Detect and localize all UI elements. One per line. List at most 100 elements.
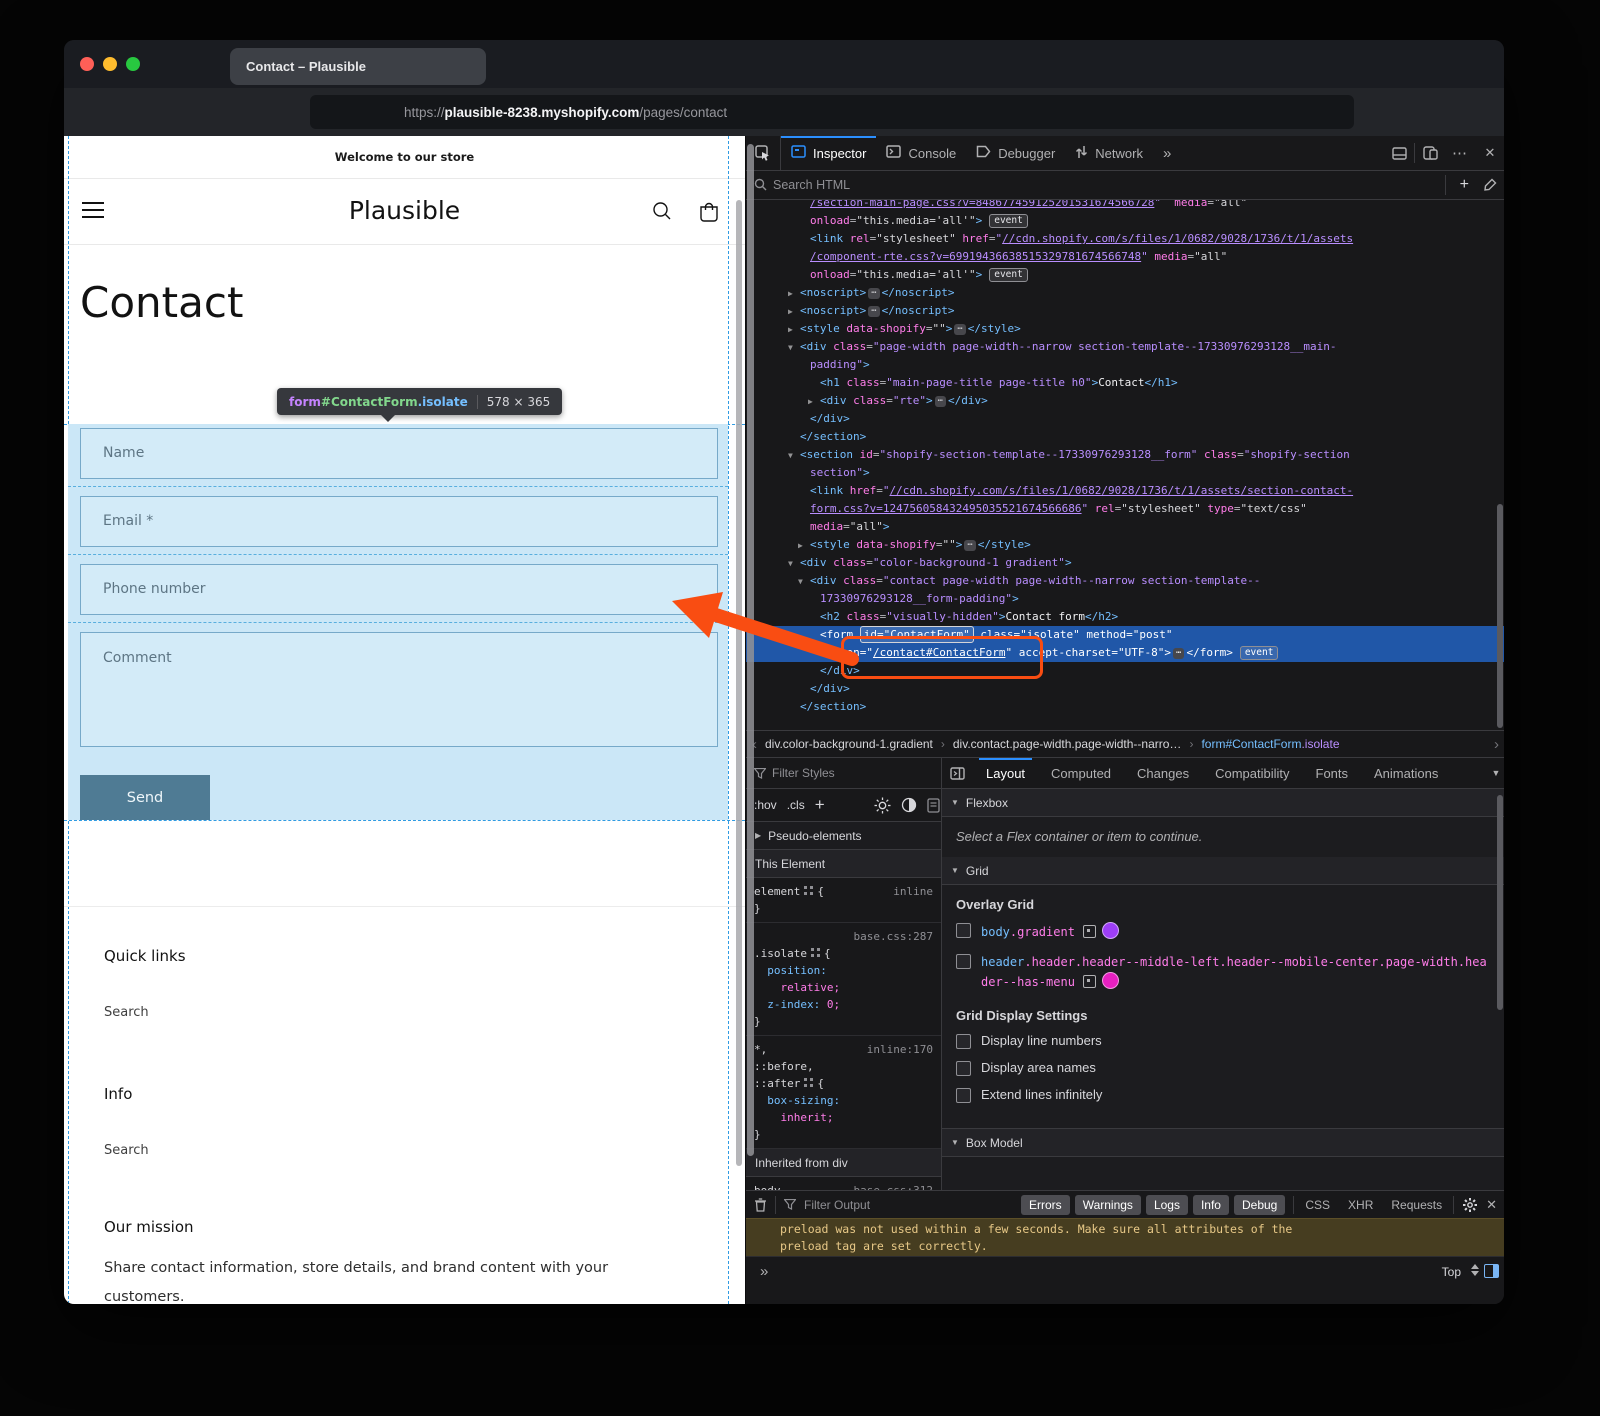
split-console-icon[interactable]: [1384, 136, 1414, 170]
grid-section-header[interactable]: ▼Grid: [942, 857, 1504, 885]
close-devtools-icon[interactable]: ✕: [1475, 136, 1504, 170]
markup-line[interactable]: ▶<div class="rte">⋯</div>: [746, 392, 1504, 410]
markup-line[interactable]: </div>: [746, 410, 1504, 428]
meatball-menu-icon[interactable]: ⋯: [1445, 136, 1475, 170]
grid-overlay-checkbox[interactable]: [956, 954, 971, 969]
close-window-button[interactable]: [80, 57, 94, 71]
console-filter-warnings-button[interactable]: Warnings: [1075, 1195, 1141, 1215]
rule-source-link[interactable]: inline: [893, 883, 933, 900]
markup-line[interactable]: ▼<section id="shopify-section-template--…: [746, 446, 1504, 464]
expand-twisty-icon[interactable]: ▶: [788, 285, 793, 303]
css-rule[interactable]: *,inline:170::before,::after{ box-sizing…: [746, 1036, 941, 1149]
filter-styles-input[interactable]: Filter Styles: [772, 766, 835, 780]
sidebar-tab-computed[interactable]: Computed: [1038, 758, 1124, 788]
console-category-css[interactable]: CSS: [1302, 1198, 1333, 1212]
rule-source-link[interactable]: base.css:287: [854, 928, 933, 945]
frame-selector[interactable]: Top: [1442, 1265, 1461, 1279]
collapsed-children-icon[interactable]: ⋯: [964, 540, 975, 551]
console-filter-logs-button[interactable]: Logs: [1146, 1195, 1188, 1215]
expand-twisty-icon[interactable]: ▼: [788, 339, 793, 357]
browser-tab[interactable]: Contact – Plausible: [230, 48, 486, 85]
grid-color-swatch[interactable]: [1102, 922, 1119, 939]
pseudo-elements-header[interactable]: ▶Pseudo-elements: [746, 822, 941, 850]
collapsed-children-icon[interactable]: ⋯: [954, 324, 965, 335]
markup-scrollbar[interactable]: [1497, 504, 1503, 728]
grid-overlay-selector[interactable]: body.gradient: [981, 922, 1119, 942]
print-media-icon[interactable]: [927, 798, 940, 813]
console-category-xhr[interactable]: XHR: [1345, 1198, 1376, 1212]
responsive-mode-icon[interactable]: [1415, 136, 1445, 170]
markup-line[interactable]: padding">: [746, 356, 1504, 374]
console-filter-info-button[interactable]: Info: [1193, 1195, 1229, 1215]
filter-output-input[interactable]: Filter Output: [804, 1198, 870, 1212]
cart-icon[interactable]: [697, 200, 721, 224]
markup-line[interactable]: section">: [746, 464, 1504, 482]
rule-source-link[interactable]: inline:170: [867, 1041, 933, 1058]
minimize-window-button[interactable]: [103, 57, 117, 71]
grid-target-icon[interactable]: [1083, 975, 1096, 988]
page-scrollbar[interactable]: [736, 200, 742, 1166]
markup-line[interactable]: ▼<div class="color-background-1 gradient…: [746, 554, 1504, 572]
sidebar-tab-layout[interactable]: Layout: [973, 758, 1038, 788]
flexbox-section-header[interactable]: ▼Flexbox: [942, 789, 1504, 817]
console-prompt-icon[interactable]: »: [760, 1263, 768, 1280]
devtools-tab-inspector[interactable]: Inspector: [781, 136, 876, 170]
collapsed-children-icon[interactable]: ⋯: [868, 306, 879, 317]
console-settings-gear-icon[interactable]: [1462, 1197, 1478, 1213]
grid-setting-checkbox[interactable]: [956, 1061, 971, 1076]
footer-link[interactable]: Search: [104, 1143, 149, 1158]
sidebar-tab-animations[interactable]: Animations: [1361, 758, 1451, 788]
markup-line[interactable]: ▶<style data-shopify="">⋯</style>: [746, 320, 1504, 338]
add-rule-button[interactable]: +: [815, 795, 825, 815]
devtools-tab-debugger[interactable]: Debugger: [966, 136, 1065, 170]
collapsed-children-icon[interactable]: ⋯: [935, 396, 946, 407]
collapsed-children-icon[interactable]: ⋯: [1173, 648, 1184, 659]
event-badge[interactable]: event: [989, 214, 1028, 228]
devtools-tab-console[interactable]: Console: [876, 136, 966, 170]
markup-line[interactable]: /component-rte.css?v=6991943663851532978…: [746, 248, 1504, 266]
breadcrumb-item-current[interactable]: form#ContactForm.isolate: [1201, 737, 1339, 751]
markup-line[interactable]: <link rel="stylesheet" href="//cdn.shopi…: [746, 230, 1504, 248]
markup-line[interactable]: </section>: [746, 428, 1504, 446]
sidebar-tab-compatibility[interactable]: Compatibility: [1202, 758, 1302, 788]
css-rule[interactable]: base.css:287.isolate{ position: relative…: [746, 923, 941, 1036]
markup-line[interactable]: form.css?v=12475605843249503552167456668…: [746, 500, 1504, 518]
console-filter-errors-button[interactable]: Errors: [1021, 1195, 1070, 1215]
console-warning-message[interactable]: preload was not used within a few second…: [746, 1218, 1504, 1256]
layout-scrollbar[interactable]: [1497, 795, 1503, 1010]
collapsed-children-icon[interactable]: ⋯: [868, 288, 879, 299]
console-filter-debug-button[interactable]: Debug: [1234, 1195, 1285, 1215]
light-theme-icon[interactable]: [874, 797, 891, 814]
sidebar-tabs-dropdown-icon[interactable]: ▼: [1487, 758, 1504, 788]
markup-line[interactable]: ▼<div class="contact page-width page-wid…: [746, 572, 1504, 590]
markup-line[interactable]: <h2 class="visually-hidden">Contact form…: [746, 608, 1504, 626]
markup-line[interactable]: <h1 class="main-page-title page-title h0…: [746, 374, 1504, 392]
add-node-icon[interactable]: +: [1452, 176, 1477, 194]
grid-overlay-selector[interactable]: header.header.header--middle-left.header…: [981, 953, 1491, 992]
devtools-left-scrollbar[interactable]: [747, 144, 754, 1156]
expand-twisty-icon[interactable]: ▼: [788, 447, 793, 465]
grid-toggle-icon[interactable]: [804, 1078, 813, 1087]
expand-twisty-icon[interactable]: ▶: [788, 303, 793, 321]
toggle-hover-button[interactable]: :hov: [754, 798, 777, 812]
form-field-name[interactable]: Name: [80, 428, 718, 479]
event-badge[interactable]: event: [989, 268, 1028, 282]
footer-link[interactable]: Search: [104, 1005, 149, 1020]
markup-line[interactable]: 17330976293128__form-padding">: [746, 590, 1504, 608]
devtools-tab-network[interactable]: Network: [1065, 136, 1153, 170]
store-name[interactable]: Plausible: [64, 196, 745, 225]
markup-line[interactable]: ▶<noscript>⋯</noscript>: [746, 284, 1504, 302]
more-tabs-chevron[interactable]: »: [1153, 136, 1181, 170]
eyedropper-icon[interactable]: [1483, 178, 1497, 192]
expand-twisty-icon[interactable]: ▼: [798, 573, 803, 591]
form-field-phone-number[interactable]: Phone number: [80, 564, 718, 615]
form-field-email[interactable]: Email *: [80, 496, 718, 547]
sidebar-toggle-icon[interactable]: [942, 758, 973, 788]
markup-line[interactable]: ▶<noscript>⋯</noscript>: [746, 302, 1504, 320]
markup-line[interactable]: /section-main-page.css?v=848677459125201…: [746, 200, 1504, 212]
markup-line[interactable]: ▶<style data-shopify="">⋯</style>: [746, 536, 1504, 554]
console-category-requests[interactable]: Requests: [1388, 1198, 1445, 1212]
grid-overlay-checkbox[interactable]: [956, 923, 971, 938]
grid-toggle-icon[interactable]: [804, 886, 813, 895]
grid-setting-checkbox[interactable]: [956, 1034, 971, 1049]
